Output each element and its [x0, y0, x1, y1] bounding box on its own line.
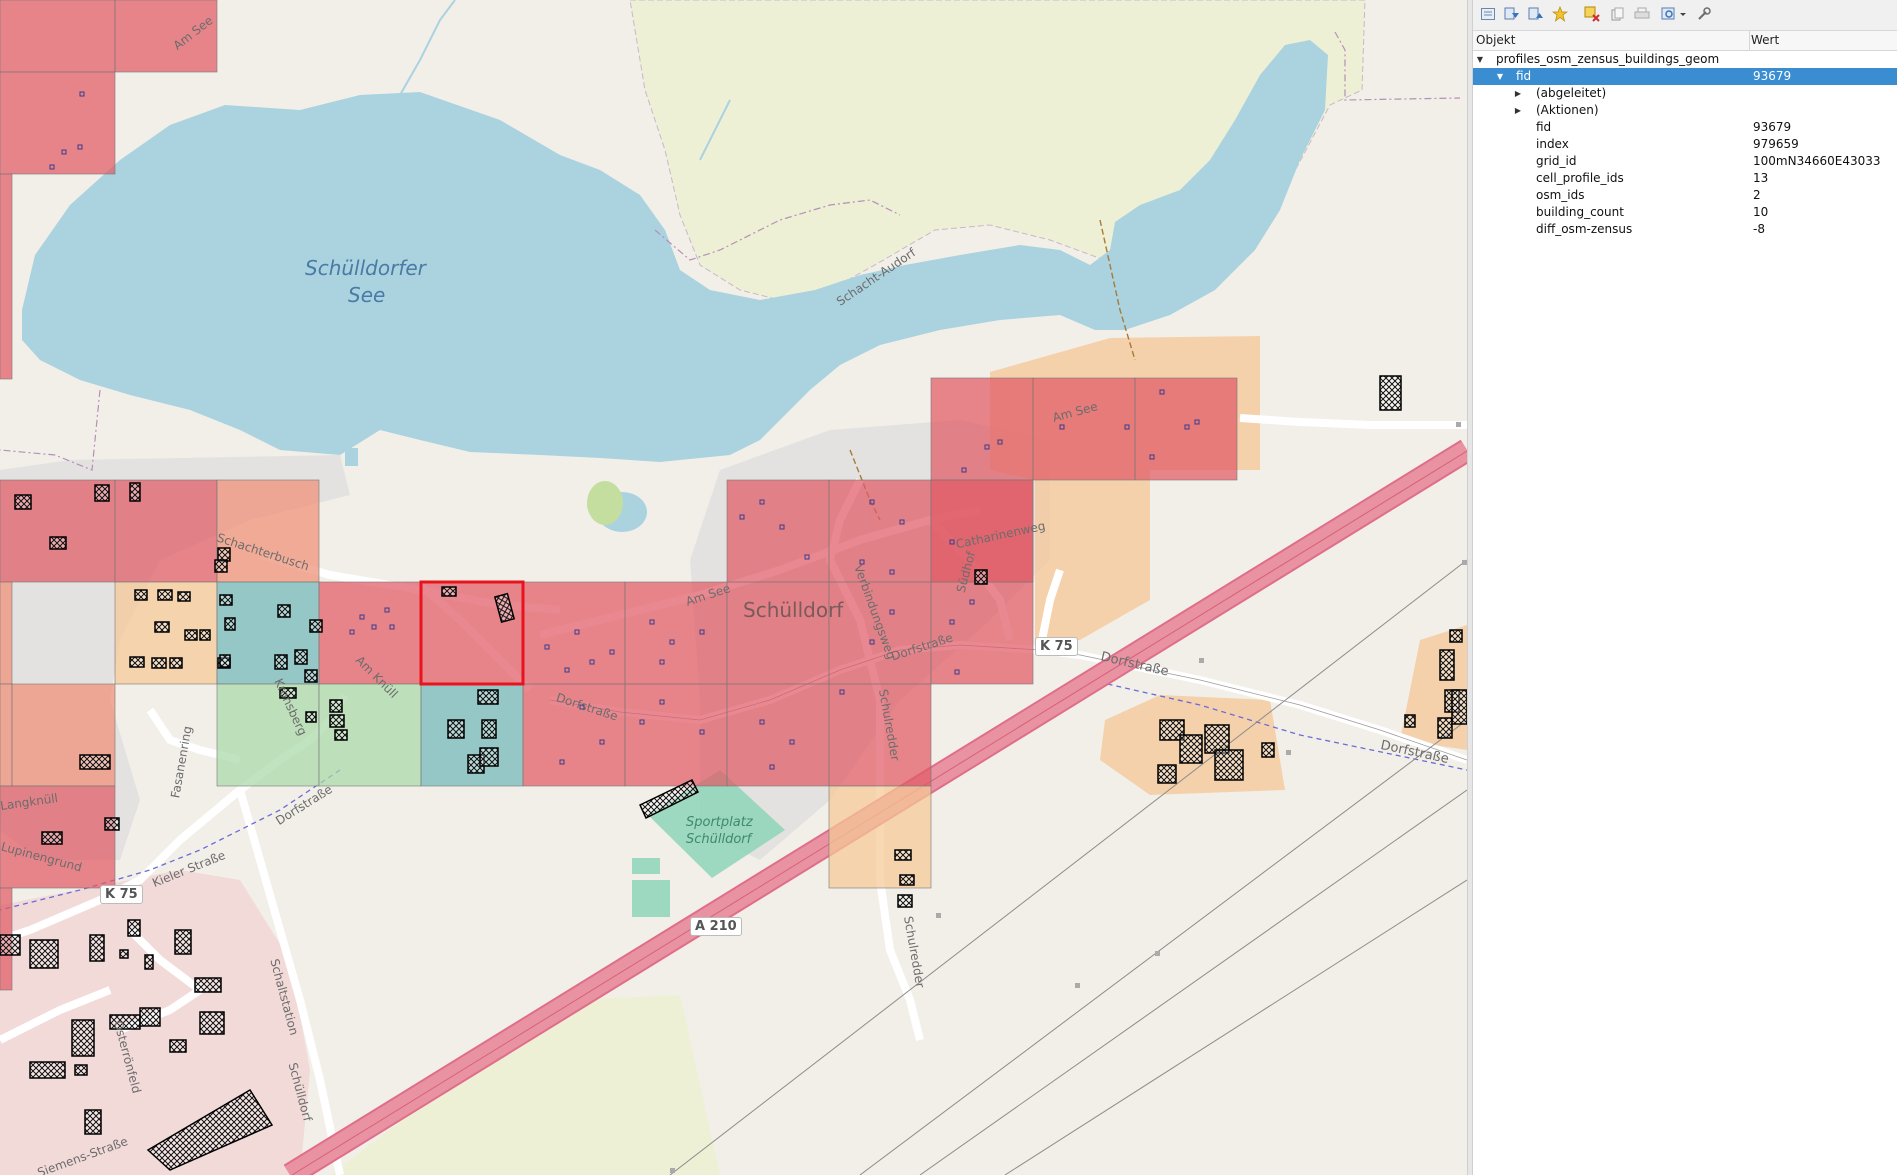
- sports-field: [632, 880, 670, 917]
- grid-cell: [0, 71, 116, 175]
- grid-cell: [0, 581, 13, 685]
- grid-cell: [0, 683, 13, 787]
- attribute-name: diff_osm-zensus: [1536, 222, 1633, 236]
- grid-cell: [828, 581, 932, 685]
- attribute-name: osm_ids: [1536, 188, 1585, 202]
- grid-cell: [0, 173, 13, 380]
- grid-cell: [624, 581, 728, 685]
- collapse-arrow-icon[interactable]: ▼: [1495, 68, 1505, 85]
- expand-arrow-icon[interactable]: ▶: [1513, 85, 1523, 102]
- grid-cell: [828, 479, 932, 583]
- column-divider[interactable]: [1749, 31, 1750, 50]
- grid-cell: [828, 785, 932, 889]
- attribute-name: index: [1536, 137, 1569, 151]
- feature-row[interactable]: ▼ fid 93679: [1473, 68, 1897, 85]
- copy-feature-icon[interactable]: [1609, 5, 1627, 23]
- road-shield-k75: K 75: [100, 885, 143, 904]
- group-row-derived[interactable]: ▶ (abgeleitet): [1473, 85, 1897, 102]
- grid-cell: [11, 683, 116, 787]
- attribute-value: -8: [1753, 222, 1765, 236]
- grid-cell: [726, 479, 830, 583]
- identify-settings-icon[interactable]: [1661, 5, 1689, 23]
- map-svg[interactable]: [0, 0, 1467, 1175]
- print-icon[interactable]: [1633, 5, 1651, 23]
- grid-cell: [828, 683, 932, 787]
- grid-cell: [930, 479, 1034, 583]
- attribute-row[interactable]: osm_ids 2: [1473, 187, 1897, 204]
- column-header-value[interactable]: Wert: [1751, 33, 1779, 47]
- grid-cell: [1032, 377, 1136, 481]
- stream: [399, 0, 456, 96]
- attribute-name: building_count: [1536, 205, 1624, 219]
- grid-cell: [114, 0, 218, 73]
- grid-cell: [0, 0, 116, 73]
- grid-cell: [522, 581, 626, 685]
- identify-results-panel: Objekt Wert ▼ profiles_osm_zensus_buildi…: [1473, 0, 1897, 1175]
- attribute-value: 10: [1753, 205, 1769, 219]
- grid-cell: [216, 683, 320, 787]
- map-canvas[interactable]: Schülldorfer See Schülldorf Sportplatz S…: [0, 0, 1467, 1175]
- attribute-row[interactable]: building_count 10: [1473, 204, 1897, 221]
- results-tree: ▼ profiles_osm_zensus_buildings_geom ▼ f…: [1473, 51, 1897, 238]
- identify-mode-icon[interactable]: [1479, 5, 1497, 23]
- road-shield-a210: A 210: [690, 917, 742, 936]
- feature-value: 93679: [1753, 69, 1792, 83]
- grid-cell: [726, 581, 830, 685]
- wetland: [587, 481, 623, 525]
- group-label: (Aktionen): [1536, 103, 1599, 117]
- layer-row[interactable]: ▼ profiles_osm_zensus_buildings_geom: [1473, 51, 1897, 68]
- grid-cell: [930, 377, 1034, 481]
- sports-field: [632, 858, 660, 874]
- road-shield-k75: K 75: [1035, 637, 1078, 656]
- attribute-row[interactable]: diff_osm-zensus -8: [1473, 221, 1897, 238]
- clear-results-icon[interactable]: [1583, 5, 1601, 23]
- collapse-arrow-icon[interactable]: ▼: [1475, 51, 1485, 68]
- collapse-tree-icon[interactable]: [1527, 5, 1545, 23]
- landuse-patch: [1400, 625, 1467, 750]
- attribute-name: cell_profile_ids: [1536, 171, 1624, 185]
- grid-cell: [726, 683, 830, 787]
- layer-name: profiles_osm_zensus_buildings_geom: [1496, 52, 1720, 66]
- expand-tree-icon[interactable]: [1503, 5, 1521, 23]
- grid-cell: [930, 581, 1034, 685]
- group-label: (abgeleitet): [1536, 86, 1607, 100]
- group-row-actions[interactable]: ▶ (Aktionen): [1473, 102, 1897, 119]
- grid-cell: [318, 581, 422, 685]
- column-header-object[interactable]: Objekt: [1476, 33, 1515, 47]
- grid-cell: [216, 479, 320, 583]
- grid-cell: [522, 683, 626, 787]
- pond: [345, 448, 358, 466]
- attribute-row[interactable]: cell_profile_ids 13: [1473, 170, 1897, 187]
- attribute-value: 93679: [1753, 120, 1792, 134]
- feature-key: fid: [1516, 69, 1532, 83]
- results-header: Objekt Wert: [1473, 31, 1897, 51]
- attribute-value: 13: [1753, 171, 1769, 185]
- attribute-value: 100mN34660E43033: [1753, 154, 1881, 168]
- attribute-name: grid_id: [1536, 154, 1577, 168]
- attribute-value: 2: [1753, 188, 1761, 202]
- identify-toolbar: [1473, 0, 1897, 31]
- expand-new-results-icon[interactable]: [1551, 5, 1569, 23]
- help-icon[interactable]: [1695, 5, 1713, 23]
- attribute-name: fid: [1536, 120, 1552, 134]
- expand-arrow-icon[interactable]: ▶: [1513, 102, 1523, 119]
- attribute-row[interactable]: grid_id 100mN34660E43033: [1473, 153, 1897, 170]
- grid-cell: [624, 683, 728, 787]
- attribute-value: 979659: [1753, 137, 1799, 151]
- attribute-row[interactable]: fid 93679: [1473, 119, 1897, 136]
- attribute-row[interactable]: index 979659: [1473, 136, 1897, 153]
